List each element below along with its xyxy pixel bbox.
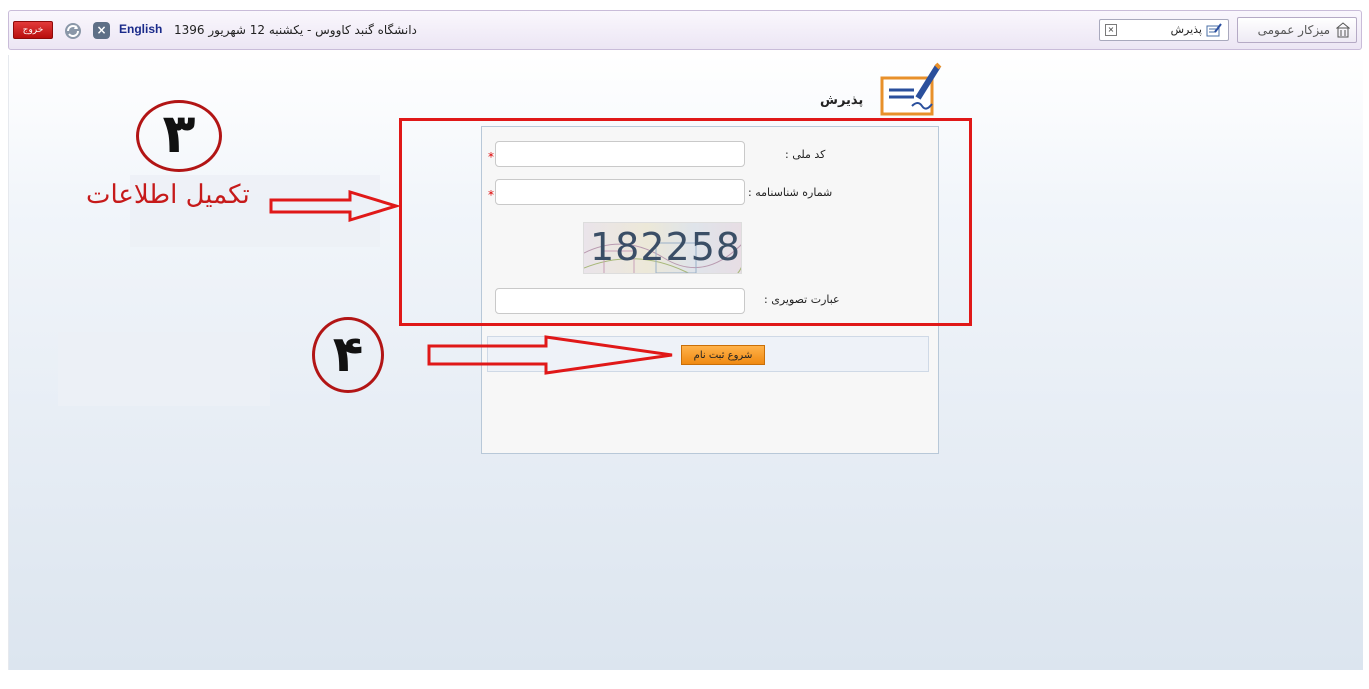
form-pen-icon	[880, 62, 942, 116]
tab-close-icon[interactable]: ×	[1105, 24, 1117, 36]
annotation-arrow	[269, 189, 400, 223]
top-toolbar: خروج × English دانشگاه گنبد کاووس - یکشن…	[8, 10, 1362, 50]
annotation-backdrop	[58, 332, 270, 406]
language-switch-link[interactable]: English	[119, 22, 162, 36]
building-icon	[1336, 22, 1350, 38]
step-3-caption: تکمیل اطلاعات	[86, 180, 250, 210]
tab-public-desktop-label: میزکار عمومی	[1257, 23, 1330, 37]
university-date-status: دانشگاه گنبد کاووس - یکشنبه 12 شهریور 13…	[174, 23, 417, 37]
annotation-highlight-box	[399, 118, 972, 326]
step-3-marker: ۳	[136, 100, 222, 172]
tab-admission-label: پذیرش	[1170, 23, 1202, 36]
refresh-icon[interactable]	[63, 21, 83, 41]
tab-public-desktop[interactable]: میزکار عمومی	[1237, 17, 1357, 43]
close-all-tabs-icon[interactable]: ×	[93, 22, 110, 39]
page-title: پذیرش	[820, 93, 864, 108]
step-4-marker: ۴	[312, 317, 384, 393]
form-pen-icon	[1206, 23, 1222, 37]
exit-button[interactable]: خروج	[13, 21, 53, 39]
tab-admission[interactable]: × پذیرش	[1099, 19, 1229, 41]
annotation-arrow	[427, 335, 673, 375]
start-registration-button[interactable]: شروع ثبت نام	[681, 345, 765, 365]
